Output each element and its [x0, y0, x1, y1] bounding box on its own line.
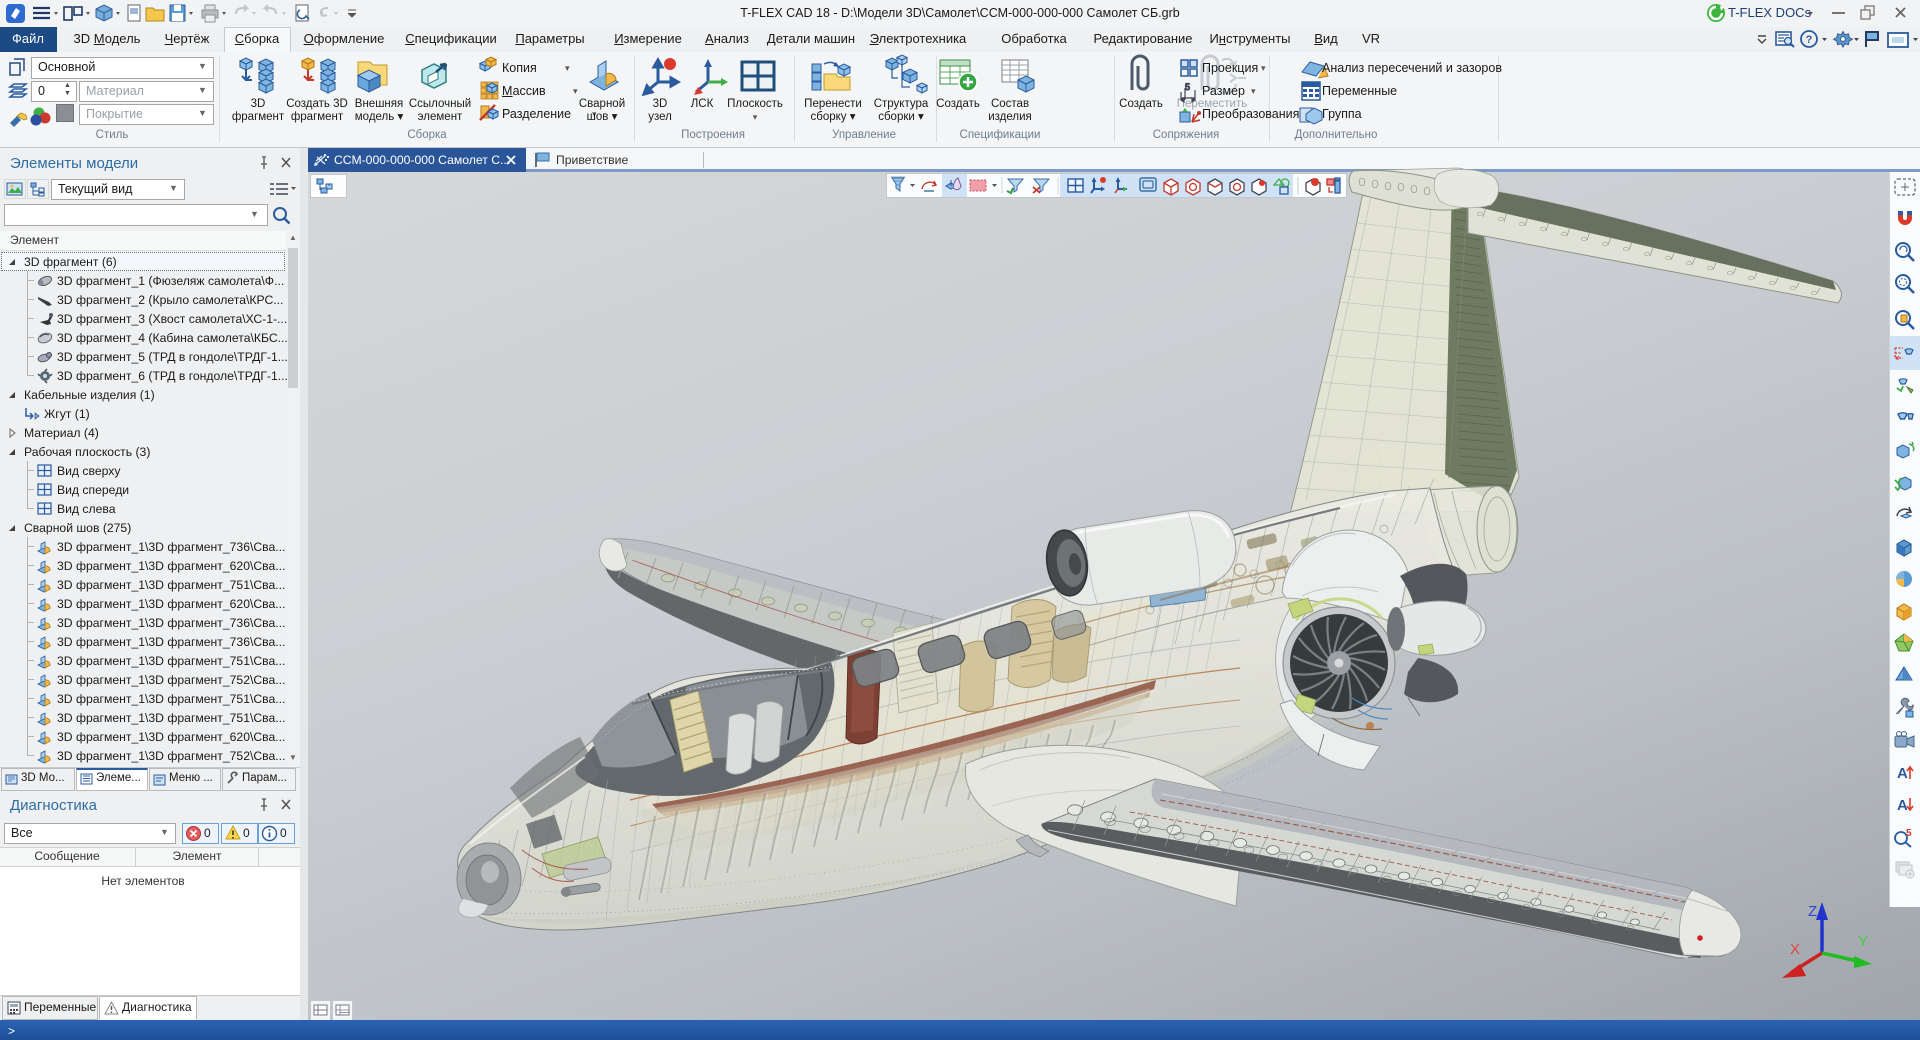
svg-text:A: A [1897, 765, 1908, 782]
svg-text:A: A [1897, 797, 1908, 814]
svg-text:X: X [1790, 941, 1800, 958]
svg-text:Z: Z [1808, 903, 1817, 920]
svg-text:Y: Y [1858, 933, 1868, 950]
svg-text:5: 5 [1906, 828, 1912, 839]
